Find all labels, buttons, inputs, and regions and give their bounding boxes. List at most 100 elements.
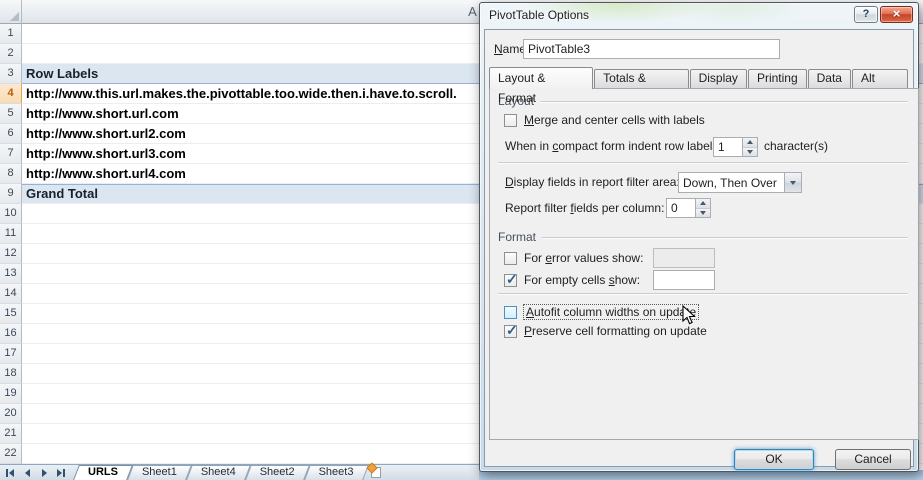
sheet-tab[interactable]: Sheet1 <box>130 465 189 480</box>
empty-cells-label[interactable]: For empty cells show: <box>524 273 640 287</box>
sheet-tab-label: Sheet3 <box>319 465 354 480</box>
row-header[interactable]: 3 <box>0 64 22 84</box>
up-arrow-glyph <box>700 198 706 205</box>
row-header[interactable]: 8 <box>0 164 22 184</box>
caption-buttons: ? × <box>854 6 913 23</box>
row-header[interactable]: 13 <box>0 264 22 284</box>
row-header[interactable]: 10 <box>0 204 22 224</box>
sheet-tab[interactable]: Sheet2 <box>248 465 307 480</box>
mouse-cursor <box>682 305 696 331</box>
sheet-tab[interactable]: URLS <box>76 465 130 480</box>
format-section-label: Format <box>498 230 536 244</box>
ok-button[interactable]: OK <box>734 449 814 470</box>
separator <box>498 293 908 295</box>
row-header[interactable]: 19 <box>0 384 22 404</box>
sheet-nav-first-icon[interactable] <box>3 467 17 479</box>
empty-cells-checkbox[interactable] <box>504 274 517 287</box>
compact-suffix: character(s) <box>764 139 828 153</box>
empty-cells-input[interactable] <box>653 270 715 290</box>
display-fields-row: Display fields in report filter area: <box>505 175 680 189</box>
error-values-checkbox[interactable] <box>504 252 517 265</box>
row-header[interactable]: 16 <box>0 324 22 344</box>
report-fields-value[interactable]: 0 <box>667 199 695 217</box>
row-header[interactable]: 17 <box>0 344 22 364</box>
chevron-down-icon[interactable] <box>784 173 801 192</box>
display-fields-value: Down, Then Over <box>679 173 784 192</box>
row-header[interactable]: 2 <box>0 44 22 64</box>
row-header[interactable]: 15 <box>0 304 22 324</box>
nav-left-triangle <box>9 469 14 477</box>
cancel-button[interactable]: Cancel <box>835 449 911 470</box>
row-header[interactable]: 6 <box>0 124 22 144</box>
sheet-tab-label: Sheet1 <box>142 465 177 480</box>
insert-worksheet-icon <box>371 467 381 478</box>
down-arrow-glyph <box>747 150 753 157</box>
display-fields-label: Display fields in report filter area: <box>505 175 680 189</box>
layout-format-panel: Layout Merge and center cells with label… <box>489 88 919 440</box>
preserve-label[interactable]: Preserve cell formatting on update <box>524 324 707 338</box>
dialog-tab[interactable]: Printing <box>748 69 807 88</box>
stepper-up-icon[interactable] <box>696 199 710 209</box>
autofit-label[interactable]: Autofit column widths on update <box>524 305 698 319</box>
pivottable-name-input[interactable] <box>523 39 780 59</box>
close-icon[interactable]: × <box>880 6 913 23</box>
sheet-nav-prev-icon[interactable] <box>20 467 34 479</box>
select-all-corner[interactable] <box>0 0 22 24</box>
row-header[interactable]: 1 <box>0 24 22 44</box>
report-fields-stepper: 0 <box>666 198 711 218</box>
report-fields-row: Report filter fields per column: <box>505 201 664 215</box>
help-button[interactable]: ? <box>854 6 878 23</box>
merge-center-checkbox[interactable] <box>504 114 517 127</box>
sheet-tab[interactable]: Sheet4 <box>189 465 248 480</box>
stepper-up-icon[interactable] <box>743 138 757 148</box>
format-section-header: Format <box>498 230 908 244</box>
row-header[interactable]: 12 <box>0 244 22 264</box>
compact-suffix-label: character(s) <box>764 139 828 153</box>
error-values-row: For error values show: <box>504 251 643 265</box>
sheet-nav-last-icon[interactable] <box>54 467 68 479</box>
section-divider <box>542 237 908 239</box>
row-header[interactable]: 9 <box>0 184 22 204</box>
compact-indent-value[interactable]: 1 <box>714 138 742 156</box>
merge-center-label[interactable]: Merge and center cells with labels <box>524 113 705 127</box>
sheet-tab-label: Sheet4 <box>201 465 236 480</box>
sheet-tab[interactable]: Sheet3 <box>307 465 366 480</box>
row-header[interactable]: 14 <box>0 284 22 304</box>
down-arrow-glyph <box>700 211 706 218</box>
up-arrow-glyph <box>747 137 753 144</box>
dialog-tab[interactable]: Data <box>808 69 851 88</box>
dialog-tab[interactable]: Display <box>690 69 747 88</box>
nav-right-triangle <box>42 469 47 477</box>
display-fields-dropdown[interactable]: Down, Then Over <box>678 172 802 193</box>
sheet-tab-label: Sheet2 <box>260 465 295 480</box>
dialog-tab[interactable]: Layout & Format <box>489 67 593 89</box>
compact-indent-row: When in compact form indent row labels: <box>505 139 722 153</box>
insert-worksheet-button[interactable] <box>365 465 387 480</box>
row-header[interactable]: 7 <box>0 144 22 164</box>
sheet-tab-bar: URLS Sheet1 Sheet4 Sheet2 Sheet3 <box>0 464 479 480</box>
dialog-body: Name: Layout & Format Totals & Filters D… <box>484 29 914 467</box>
stepper-down-icon[interactable] <box>743 148 757 157</box>
stepper-down-icon[interactable] <box>696 209 710 218</box>
preserve-row: Preserve cell formatting on update <box>504 324 707 338</box>
sheet-nav-next-icon[interactable] <box>37 467 51 479</box>
row-header[interactable]: 11 <box>0 224 22 244</box>
dialog-tab[interactable]: Totals & Filters <box>594 69 688 88</box>
dialog-tab[interactable]: Alt Text <box>852 69 908 88</box>
sheet-tabs: URLS Sheet1 Sheet4 Sheet2 Sheet3 <box>76 465 365 480</box>
autofit-checkbox[interactable] <box>504 306 517 319</box>
row-header[interactable]: 20 <box>0 404 22 424</box>
section-divider <box>540 101 908 103</box>
row-header[interactable]: 22 <box>0 444 22 464</box>
row-header[interactable]: 21 <box>0 424 22 444</box>
layout-section-header: Layout <box>498 94 908 108</box>
error-values-label[interactable]: For error values show: <box>524 251 643 265</box>
nav-bar-glyph <box>6 469 8 477</box>
stepper-buttons <box>695 199 710 217</box>
dialog-titlebar[interactable]: PivotTable Options <box>480 3 918 29</box>
sheet-nav-buttons <box>0 465 72 480</box>
row-header[interactable]: 18 <box>0 364 22 384</box>
row-header[interactable]: 5 <box>0 104 22 124</box>
preserve-checkbox[interactable] <box>504 325 517 338</box>
row-header[interactable]: 4 <box>0 84 22 104</box>
